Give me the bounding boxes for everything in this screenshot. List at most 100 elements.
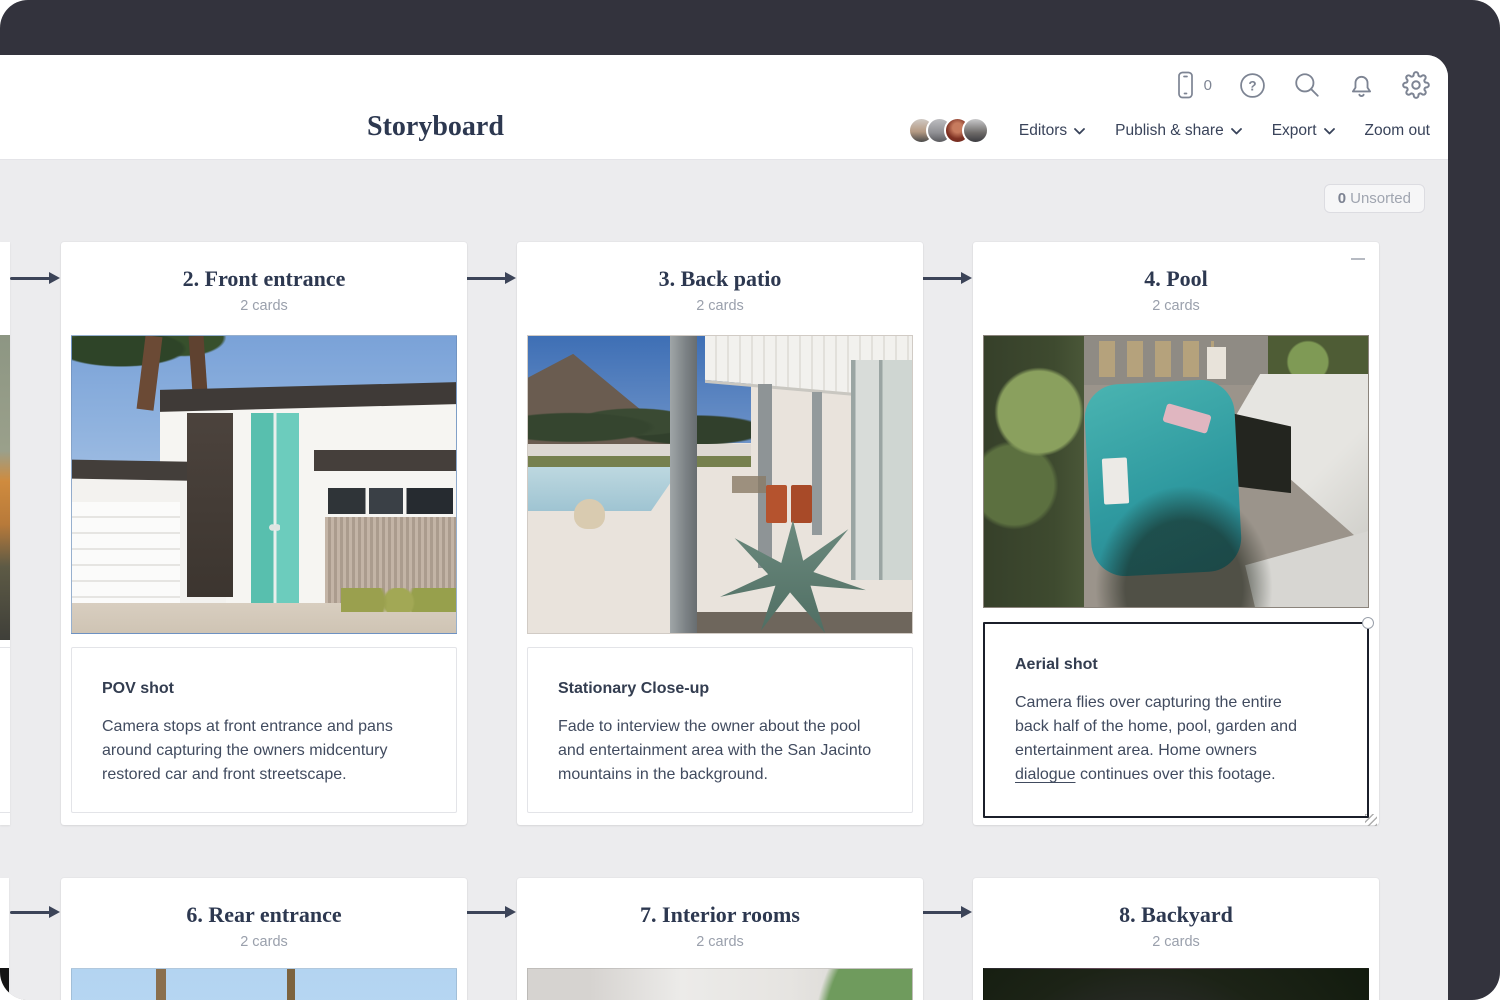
photo-card-front-entrance[interactable] <box>71 335 457 634</box>
photo-card-interior-rooms[interactable] <box>527 968 913 1000</box>
pool-water <box>528 467 682 512</box>
export-dropdown[interactable]: Export <box>1272 122 1335 140</box>
storyboard-column-back-patio[interactable]: 3. Back patio 2 cards <box>517 242 923 825</box>
towel <box>1207 347 1226 380</box>
storyboard-column-front-entrance[interactable]: 2. Front entrance 2 cards <box>61 242 467 825</box>
header-icon-toolbar: 0 ? <box>1173 64 1430 106</box>
publish-share-dropdown[interactable]: Publish & share <box>1115 122 1242 140</box>
clipped-column-left-bottom <box>0 878 9 1000</box>
clerestory-windows <box>325 485 456 518</box>
column-card-count: 2 cards <box>61 298 467 314</box>
palm-garden <box>984 336 1084 607</box>
teal-front-door <box>251 413 299 603</box>
column-title[interactable]: 6. Rear entrance <box>61 902 467 928</box>
resize-handle-icon[interactable] <box>1365 814 1377 826</box>
storyboard-column-backyard[interactable]: 8. Backyard 2 cards <box>973 878 1379 1000</box>
column-card-count: 2 cards <box>973 298 1379 314</box>
storyboard-canvas[interactable]: 0Unsorted 2. Front entrance 2 cards <box>0 160 1448 1000</box>
svg-text:?: ? <box>1248 78 1256 93</box>
photo-card-pool-aerial[interactable] <box>983 335 1369 608</box>
glass-wall <box>851 360 912 580</box>
storyboard-column-interior-rooms[interactable]: 7. Interior rooms 2 cards <box>517 878 923 1000</box>
mobile-device-icon <box>1173 70 1197 100</box>
column-card-count: 2 cards <box>517 934 923 950</box>
trees <box>528 395 751 448</box>
page-title: Storyboard <box>367 111 504 143</box>
avatar[interactable] <box>962 117 989 144</box>
column-card-count: 2 cards <box>61 934 467 950</box>
note-card[interactable]: POV shot Camera stops at front entrance … <box>71 647 457 813</box>
column-card-count: 2 cards <box>517 298 923 314</box>
note-body: Camera stops at front entrance and pans … <box>102 715 426 787</box>
palm-shadow <box>1092 482 1276 607</box>
flow-arrow <box>466 911 506 914</box>
unsorted-label: Unsorted <box>1350 190 1411 207</box>
chevron-down-icon <box>1324 128 1335 135</box>
clipped-photo <box>0 335 10 640</box>
settings-icon[interactable] <box>1402 71 1430 99</box>
palm-trunk <box>156 969 166 1000</box>
roof-fascia <box>314 450 456 471</box>
photo-card-backyard[interactable] <box>983 968 1369 1000</box>
unsorted-count: 0 <box>1338 190 1346 207</box>
patio-post <box>670 336 697 633</box>
palm-fronds <box>71 335 287 395</box>
selection-handle[interactable] <box>1362 617 1374 629</box>
flow-arrow <box>922 277 962 280</box>
note-body: Camera flies over capturing the entire b… <box>1015 691 1337 787</box>
garage-door <box>72 502 180 603</box>
flow-arrow <box>466 277 506 280</box>
storyboard-column-rear-entrance[interactable]: 6. Rear entrance 2 cards <box>61 878 467 1000</box>
patio-post <box>812 392 822 535</box>
column-title[interactable]: 7. Interior rooms <box>517 902 923 928</box>
notifications-icon[interactable] <box>1348 71 1375 99</box>
flow-arrow <box>922 911 962 914</box>
unsorted-button[interactable]: 0Unsorted <box>1324 184 1425 213</box>
storyboard-column-pool[interactable]: 4. Pool 2 cards Aerial <box>973 242 1379 825</box>
photo-card-rear-entrance[interactable] <box>71 968 457 1000</box>
clipped-column-left-top <box>0 242 10 825</box>
dialogue-link[interactable]: dialogue <box>1015 766 1076 783</box>
column-title[interactable]: 3. Back patio <box>517 266 923 292</box>
mobile-preview-button[interactable]: 0 <box>1173 70 1212 100</box>
column-title[interactable]: 4. Pool <box>973 266 1379 292</box>
clipped-photo <box>0 968 9 1000</box>
outdoor-table <box>732 476 767 494</box>
zoom-out-button[interactable]: Zoom out <box>1365 122 1430 140</box>
door-handles <box>269 520 281 535</box>
lounge-chairs <box>1099 341 1214 376</box>
gravel-bed <box>697 612 912 633</box>
lawn <box>528 456 751 466</box>
orange-chair <box>791 485 812 524</box>
note-card-selected[interactable]: Aerial shot Camera flies over capturing … <box>983 622 1369 818</box>
column-title[interactable]: 2. Front entrance <box>61 266 467 292</box>
collapse-column-control[interactable] <box>1351 258 1365 260</box>
editor-avatars[interactable] <box>908 117 989 144</box>
note-title: Aerial shot <box>1015 656 1337 674</box>
dark-panel <box>187 413 233 597</box>
app-frame: Storyboard 0 ? <box>0 0 1500 1000</box>
note-body: Fade to interview the owner about the po… <box>558 715 882 787</box>
palm-trunk <box>287 969 295 1000</box>
note-title: POV shot <box>102 680 426 698</box>
note-card[interactable]: Stationary Close-up Fade to interview th… <box>527 647 913 813</box>
photo-card-back-patio[interactable] <box>527 335 913 634</box>
palm-garden <box>1268 336 1368 379</box>
flow-arrow <box>10 911 50 914</box>
search-icon[interactable] <box>1293 71 1321 99</box>
column-title[interactable]: 8. Backyard <box>973 902 1379 928</box>
board-header: Storyboard 0 ? <box>0 55 1448 160</box>
flow-arrow <box>10 277 50 280</box>
editors-dropdown[interactable]: Editors <box>1019 122 1085 140</box>
orange-chair <box>766 485 787 524</box>
help-icon[interactable]: ? <box>1239 72 1266 99</box>
note-title: Stationary Close-up <box>558 680 882 698</box>
app-window: Storyboard 0 ? <box>0 55 1448 1000</box>
clipped-note-card <box>0 647 10 813</box>
mobile-device-count: 0 <box>1204 77 1212 94</box>
header-menu: Editors Publish & share Export <box>908 117 1430 144</box>
cacti <box>341 588 456 612</box>
chevron-down-icon <box>1231 128 1242 135</box>
dog <box>574 499 605 529</box>
chevron-down-icon <box>1074 128 1085 135</box>
